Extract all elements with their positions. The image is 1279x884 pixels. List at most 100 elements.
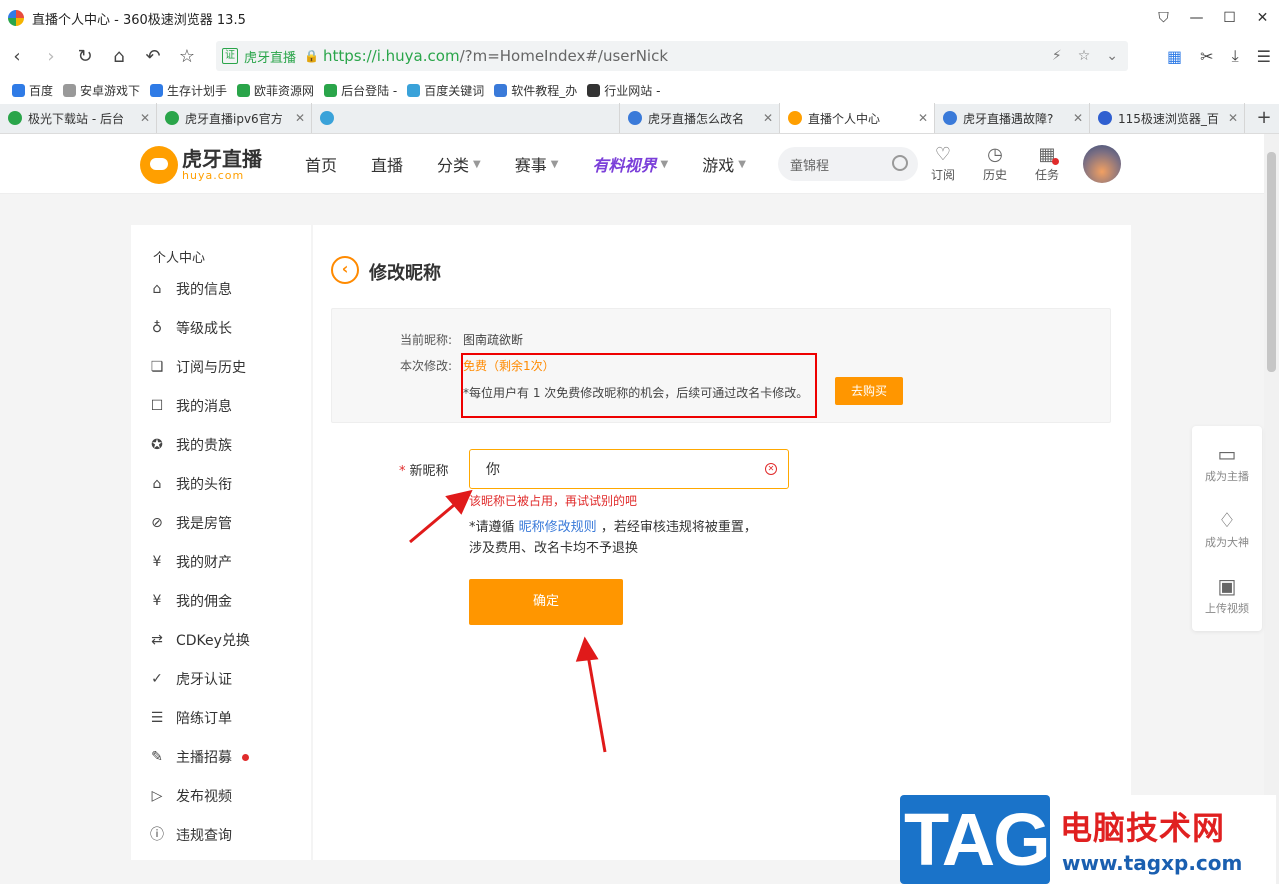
upload-video-button[interactable]: ▣ 上传视频 bbox=[1192, 572, 1262, 616]
clear-input-icon[interactable]: ✕ bbox=[765, 463, 777, 475]
browser-tab[interactable]: 直播个人中心 ✕ bbox=[780, 103, 935, 133]
sidebar-item[interactable]: ✎ 主播招募 bbox=[148, 747, 249, 767]
sidebar-item[interactable]: ¥ 我的财产 bbox=[148, 552, 232, 572]
menu-icon[interactable]: ☰ bbox=[1257, 47, 1271, 66]
nav-item[interactable]: 分类 ▼ bbox=[437, 152, 481, 176]
sidebar-item-label: CDKey兑换 bbox=[176, 633, 250, 649]
scissors-icon[interactable]: ✂ bbox=[1200, 47, 1213, 66]
tab-close-icon[interactable]: ✕ bbox=[1228, 111, 1238, 125]
huya-logo[interactable]: 虎牙直播 huya.com bbox=[140, 146, 262, 184]
tab-close-icon[interactable]: ✕ bbox=[1073, 111, 1083, 125]
sidebar-item[interactable]: ⌂ 我的头衔 bbox=[148, 474, 232, 494]
address-url[interactable]: https://i.huya.com/?m=HomeIndex#/userNic… bbox=[323, 47, 668, 65]
sidebar-item-icon: ⇄ bbox=[151, 632, 163, 648]
sidebar-item[interactable]: ☰ 陪练订单 bbox=[148, 708, 232, 728]
page-scrollbar[interactable] bbox=[1264, 134, 1279, 884]
header-icon-label: 任务 bbox=[1034, 168, 1059, 182]
nav-item[interactable]: 首页 bbox=[305, 152, 337, 176]
bookmark-label: 生存计划手 bbox=[167, 83, 228, 98]
sidebar-item-icon: ☐ bbox=[150, 398, 164, 414]
tab-close-icon[interactable]: ✕ bbox=[763, 111, 773, 125]
undo-close-icon[interactable]: ↶ bbox=[136, 46, 170, 67]
sidebar-item[interactable]: ✓ 虎牙认证 bbox=[148, 669, 232, 689]
sidebar-item-icon: ⊘ bbox=[151, 515, 163, 531]
sidebar-item-label: 发布视频 bbox=[176, 789, 232, 805]
header-icon-label: 历史 bbox=[982, 168, 1007, 182]
main-nav: 首页 直播 分类 ▼ 赛事 ▼ 有料视界 ▼ 游戏 ▼ bbox=[305, 134, 746, 194]
bookmark-star-icon[interactable]: ☆ bbox=[1078, 48, 1091, 64]
buy-rename-card-button[interactable]: 去购买 bbox=[835, 377, 903, 405]
bookmark-item[interactable]: 百度 bbox=[12, 82, 53, 99]
sidebar-item[interactable]: ☐ 我的消息 bbox=[148, 396, 232, 416]
header-icon-subscribe[interactable]: ♡ 订阅 bbox=[928, 144, 958, 183]
browser-tab[interactable] bbox=[312, 103, 620, 133]
bookmark-item[interactable]: 安卓游戏下 bbox=[63, 82, 140, 99]
confirm-button[interactable]: 确定 bbox=[469, 579, 623, 625]
sidebar-item-icon: ✪ bbox=[151, 437, 163, 453]
sidebar-item-icon: ♁ bbox=[151, 320, 163, 336]
new-nick-input[interactable] bbox=[469, 449, 789, 489]
new-tab-button[interactable]: + bbox=[1249, 103, 1279, 133]
bookmark-item[interactable]: 行业网站 - bbox=[587, 82, 660, 99]
maximize-button[interactable]: ☐ bbox=[1213, 10, 1246, 26]
browser-tab[interactable]: 115极速浏览器_百 ✕ bbox=[1090, 103, 1245, 133]
search-placeholder: 童锦程 bbox=[790, 158, 830, 174]
tab-favicon-icon bbox=[628, 111, 642, 125]
browser-tab[interactable]: 极光下载站 - 后台 ✕ bbox=[0, 103, 157, 133]
lightning-icon[interactable]: ⚡ bbox=[1052, 48, 1062, 64]
tab-close-icon[interactable]: ✕ bbox=[918, 111, 928, 125]
header-icon-history[interactable]: ◷ 历史 bbox=[980, 144, 1010, 183]
nav-item[interactable]: 游戏 ▼ bbox=[702, 152, 746, 176]
sidebar-item-label: 违规查询 bbox=[176, 828, 232, 844]
sidebar-item[interactable]: ⌂ 我的信息 bbox=[148, 279, 232, 299]
sidebar-item[interactable]: ▷ 发布视频 bbox=[148, 786, 232, 806]
address-bar[interactable]: 证 虎牙直播 🔒 https://i.huya.com/?m=HomeIndex… bbox=[216, 41, 1128, 71]
bookmark-item[interactable]: 后台登陆 - bbox=[324, 82, 397, 99]
browser-tab[interactable]: 虎牙直播遇故障? ✕ bbox=[935, 103, 1090, 133]
sidebar-item[interactable]: ⊘ 我是房管 bbox=[148, 513, 232, 533]
forward-icon[interactable]: › bbox=[34, 46, 68, 67]
skin-icon[interactable]: ⛉ bbox=[1147, 10, 1180, 26]
bookmark-item[interactable]: 软件教程_办 bbox=[494, 82, 577, 99]
nav-item[interactable]: 赛事 ▼ bbox=[515, 152, 559, 176]
sidebar-item-label: 我的消息 bbox=[176, 399, 232, 415]
bookmark-item[interactable]: 百度关键词 bbox=[407, 82, 484, 99]
tab-close-icon[interactable]: ✕ bbox=[140, 111, 150, 125]
sidebar-item-icon: ⌂ bbox=[152, 281, 162, 297]
close-window-button[interactable]: ✕ bbox=[1246, 10, 1279, 26]
apps-grid-icon[interactable]: ▦ bbox=[1167, 47, 1182, 66]
nick-rules-link[interactable]: 昵称修改规则 bbox=[519, 520, 597, 535]
notification-dot bbox=[1052, 158, 1059, 165]
sidebar-item[interactable]: ⓘ 违规查询 bbox=[148, 825, 232, 845]
sidebar-item[interactable]: ⇄ CDKey兑换 bbox=[148, 630, 250, 650]
floating-action-bar: ▭ 成为主播 ♢ 成为大神 ▣ 上传视频 bbox=[1192, 426, 1262, 631]
bookmark-label: 欧菲资源网 bbox=[254, 83, 315, 98]
download-icon[interactable]: ⤓ bbox=[1232, 46, 1239, 66]
sidebar-item[interactable]: ♁ 等级成长 bbox=[148, 318, 232, 338]
reload-icon[interactable]: ↻ bbox=[68, 46, 102, 67]
favorite-star-icon[interactable]: ☆ bbox=[170, 46, 204, 67]
home-icon[interactable]: ⌂ bbox=[102, 46, 136, 67]
become-streamer-button[interactable]: ▭ 成为主播 bbox=[1192, 440, 1262, 484]
bookmark-item[interactable]: 生存计划手 bbox=[150, 82, 227, 99]
minimize-button[interactable]: — bbox=[1180, 10, 1213, 26]
site-search[interactable]: 童锦程 bbox=[778, 147, 918, 181]
avatar[interactable] bbox=[1083, 145, 1121, 183]
nav-item-label: 直播 bbox=[371, 156, 404, 175]
sidebar-item[interactable]: ¥ 我的佣金 bbox=[148, 591, 232, 611]
tab-close-icon[interactable]: ✕ bbox=[295, 111, 305, 125]
sidebar-item[interactable]: ❏ 订阅与历史 bbox=[148, 357, 246, 377]
bookmark-item[interactable]: 欧菲资源网 bbox=[237, 82, 314, 99]
back-button[interactable]: ‹ bbox=[331, 256, 359, 284]
become-master-button[interactable]: ♢ 成为大神 bbox=[1192, 506, 1262, 550]
sidebar-item[interactable]: ✪ 我的贵族 bbox=[148, 435, 232, 455]
header-icon-task[interactable]: ▦ 任务 bbox=[1032, 144, 1062, 183]
search-icon[interactable] bbox=[892, 155, 908, 171]
chevron-down-icon[interactable]: ⌄ bbox=[1106, 48, 1118, 64]
browser-tab[interactable]: 虎牙直播怎么改名 ✕ bbox=[620, 103, 780, 133]
back-icon[interactable]: ‹ bbox=[0, 46, 34, 67]
browser-tab[interactable]: 虎牙直播ipv6官方 ✕ bbox=[157, 103, 312, 133]
nav-item[interactable]: 直播 bbox=[371, 152, 403, 176]
sidebar-item-icon: ¥ bbox=[152, 593, 162, 609]
nav-item[interactable]: 有料视界 ▼ bbox=[592, 152, 668, 176]
